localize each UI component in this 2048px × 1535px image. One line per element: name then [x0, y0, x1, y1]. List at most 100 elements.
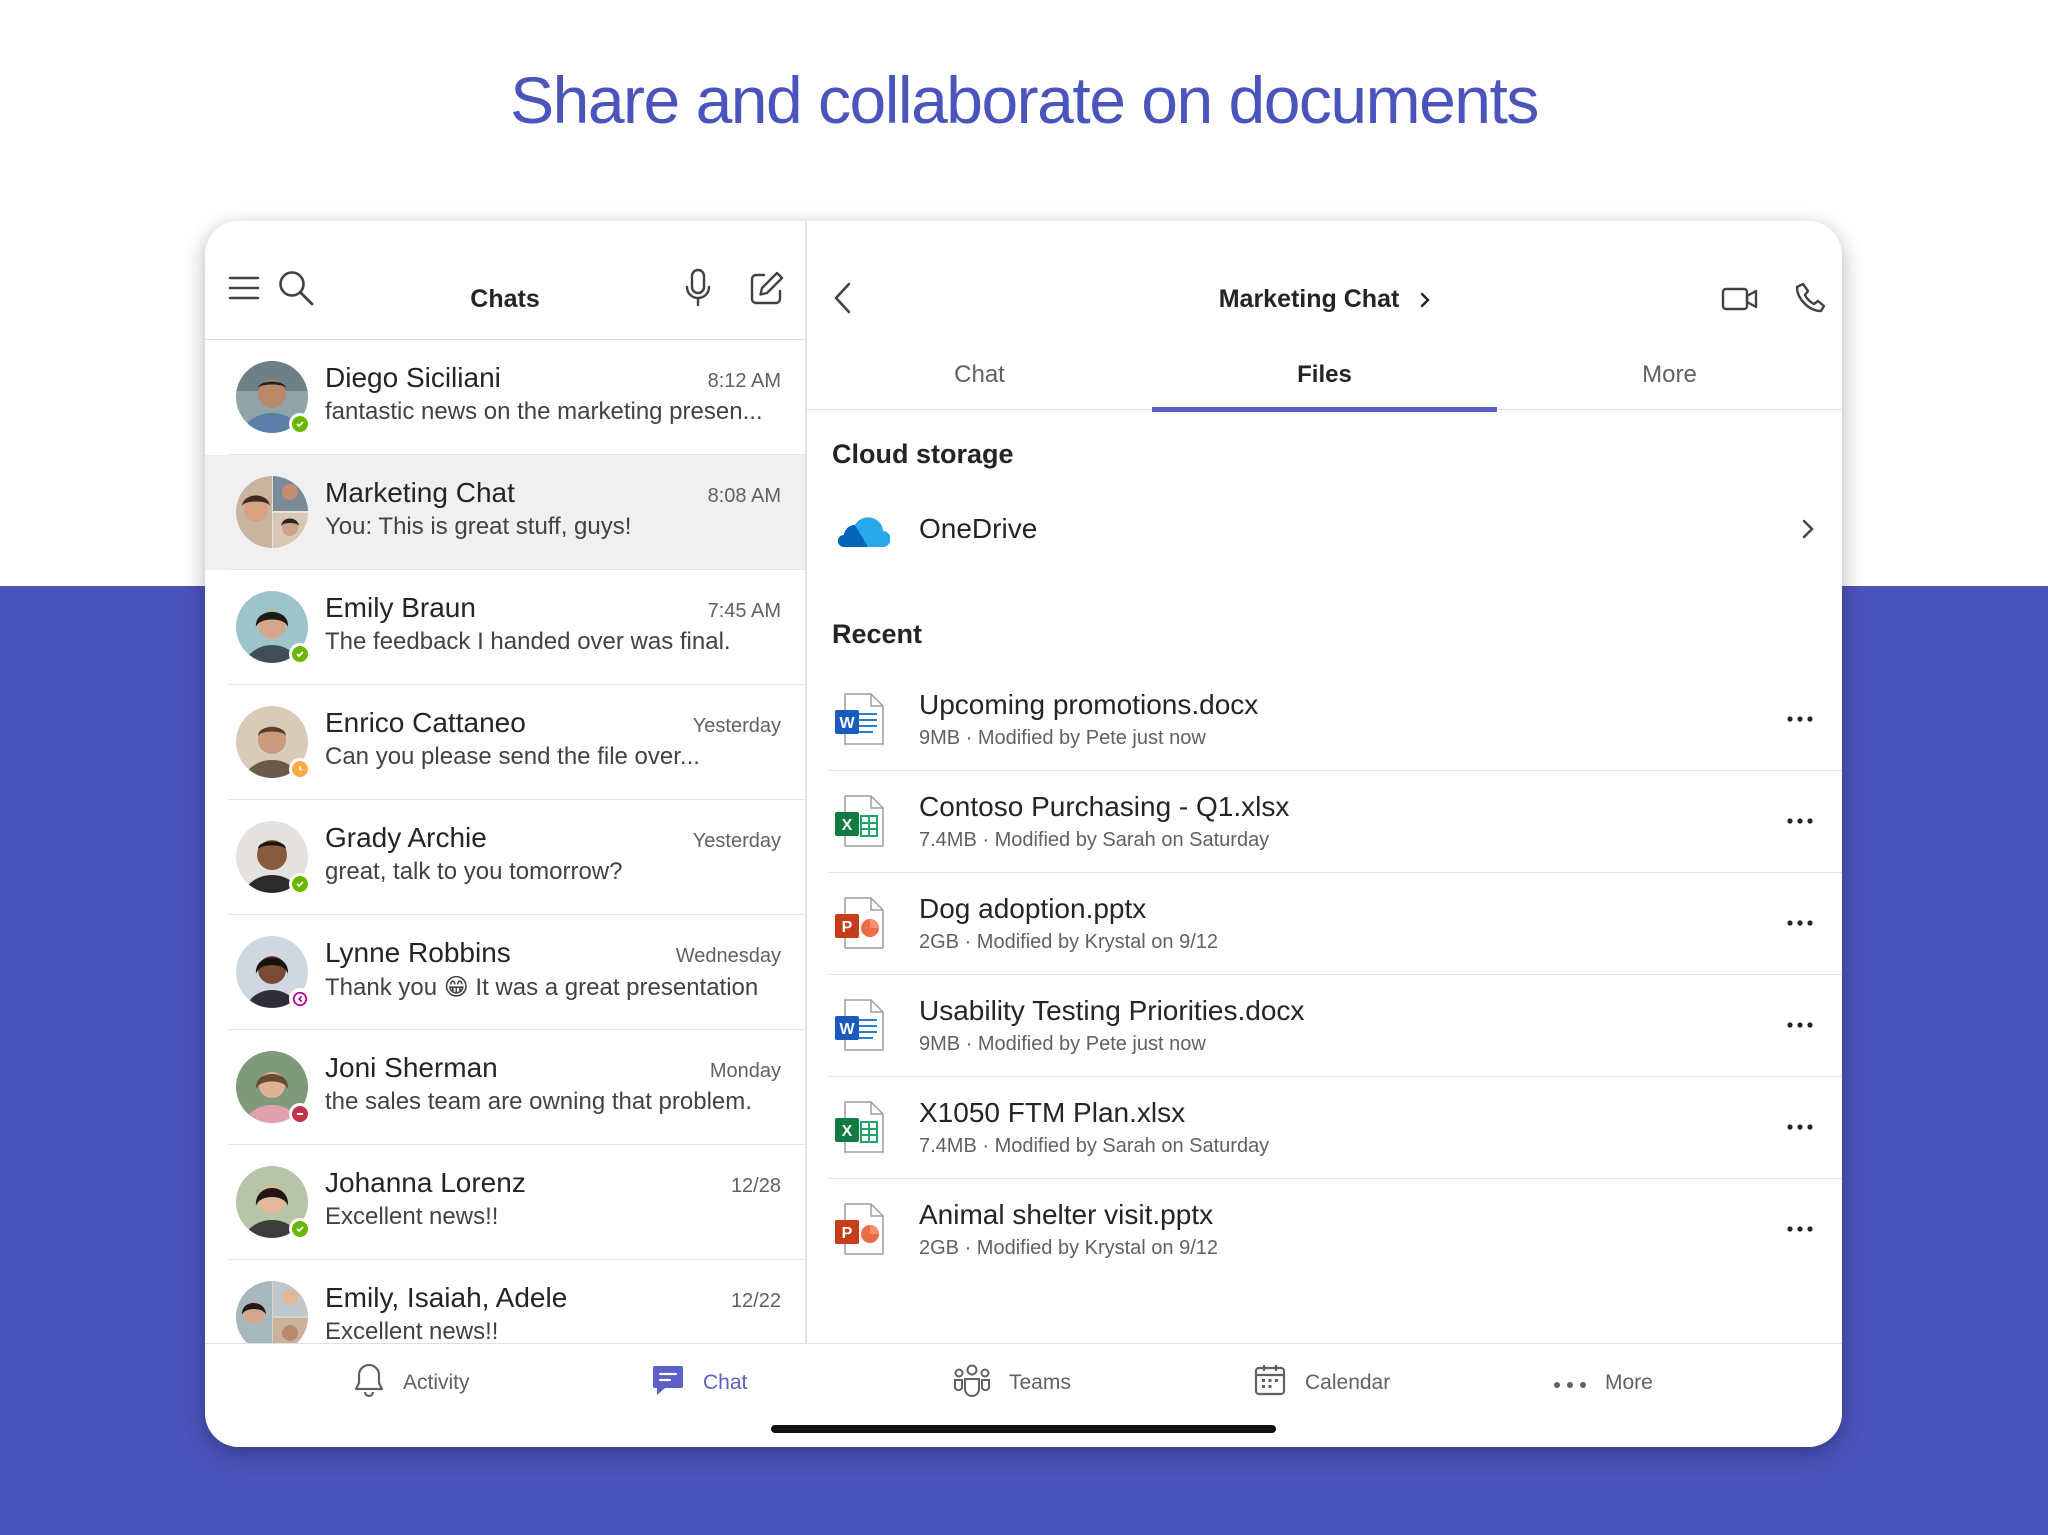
tab-more[interactable]: More	[1497, 351, 1842, 409]
chat-preview: The feedback I handed over was final.	[325, 628, 731, 655]
svg-text:P: P	[842, 919, 853, 936]
file-name: Usability Testing Priorities.docx	[919, 995, 1305, 1026]
chat-name: Emily, Isaiah, Adele	[325, 1282, 568, 1313]
more-options-icon[interactable]	[1780, 903, 1820, 943]
nav-calendar[interactable]: Calendar	[1253, 1358, 1390, 1408]
chat-row-lynne-robbins[interactable]: Lynne Robbins Wednesday Thank you 😁 It w…	[205, 915, 805, 1030]
nav-activity[interactable]: Activity	[353, 1358, 470, 1408]
more-options-icon[interactable]	[1780, 699, 1820, 739]
chat-preview: great, talk to you tomorrow?	[325, 858, 623, 885]
teams-icon	[953, 1363, 991, 1403]
group-avatar	[236, 476, 308, 548]
chat-preview: Excellent news!!	[325, 1318, 499, 1343]
calendar-icon	[1253, 1363, 1287, 1403]
presence-out-of-office-icon	[289, 988, 311, 1010]
chat-time: 12/28	[730, 1175, 781, 1197]
chat-list: Diego Siciliani 8:12 AM fantastic news o…	[205, 340, 805, 1343]
file-row[interactable]: X X1050 FTM Plan.xlsx 7.4MB · Modified b…	[807, 1077, 1842, 1179]
word-file-icon: W	[833, 998, 885, 1052]
search-icon[interactable]	[269, 261, 323, 315]
nav-label: Teams	[1009, 1371, 1071, 1394]
chat-row-emily-braun[interactable]: Emily Braun 7:45 AM The feedback I hande…	[205, 570, 805, 685]
chat-preview: You: This is great stuff, guys!	[325, 513, 632, 540]
file-meta: 7.4MB · Modified by Sarah on Saturday	[919, 829, 1270, 851]
chat-list-header: Chats	[205, 221, 805, 340]
chat-row-johanna-lorenz[interactable]: Johanna Lorenz 12/28 Excellent news!!	[205, 1145, 805, 1260]
chat-time: Yesterday	[692, 830, 781, 852]
active-tab-indicator	[1152, 407, 1497, 412]
chat-row-marketing-chat[interactable]: Marketing Chat 8:08 AM You: This is grea…	[205, 455, 805, 570]
more-options-icon[interactable]	[1780, 801, 1820, 841]
chat-name: Diego Siciliani	[325, 362, 501, 393]
onedrive-row[interactable]: OneDrive	[807, 491, 1842, 571]
conversation-tabs: Chat Files More	[807, 351, 1842, 410]
chat-name: Enrico Cattaneo	[325, 707, 526, 738]
more-options-icon[interactable]	[1780, 1209, 1820, 1249]
chat-time: Wednesday	[675, 945, 781, 967]
powerpoint-file-icon: P	[833, 896, 885, 950]
conversation-pane: Marketing Chat Chat Files More Cloud sto…	[807, 221, 1842, 1343]
file-row[interactable]: P Animal shelter visit.pptx 2GB · Modifi…	[807, 1179, 1842, 1281]
chat-row-grady-archie[interactable]: Grady Archie Yesterday great, talk to yo…	[205, 800, 805, 915]
onedrive-label: OneDrive	[919, 513, 1038, 544]
chat-row-enrico-cattaneo[interactable]: Enrico Cattaneo Yesterday Can you please…	[205, 685, 805, 800]
svg-text:W: W	[839, 1021, 855, 1038]
phone-call-icon[interactable]	[1787, 275, 1833, 321]
chat-row-joni-sherman[interactable]: Joni Sherman Monday the sales team are o…	[205, 1030, 805, 1145]
onedrive-icon	[830, 511, 891, 551]
compose-icon[interactable]	[741, 261, 793, 315]
chat-time: Yesterday	[692, 715, 781, 737]
file-name: Animal shelter visit.pptx	[919, 1199, 1214, 1230]
chat-preview: Excellent news!!	[325, 1203, 499, 1230]
file-row[interactable]: W Upcoming promotions.docx 9MB · Modifie…	[807, 669, 1842, 771]
nav-teams[interactable]: Teams	[953, 1358, 1071, 1408]
chat-time: 7:45 AM	[707, 600, 781, 622]
chat-time: 8:12 AM	[707, 370, 781, 392]
more-options-icon[interactable]	[1780, 1005, 1820, 1045]
file-row[interactable]: P Dog adoption.pptx 2GB · Modified by Kr…	[807, 873, 1842, 975]
bell-icon	[353, 1362, 385, 1404]
chat-name: Grady Archie	[325, 822, 487, 853]
more-options-icon[interactable]	[1780, 1107, 1820, 1147]
nav-chat[interactable]: Chat	[651, 1358, 747, 1408]
app-window: Chats Diego Siciliani 8:12 AM fantastic …	[205, 221, 1842, 1447]
file-name: Dog adoption.pptx	[919, 893, 1147, 924]
tab-chat[interactable]: Chat	[807, 351, 1152, 409]
conversation-title-button[interactable]: Marketing Chat	[807, 285, 1842, 315]
presence-available-icon	[289, 413, 311, 435]
tab-files[interactable]: Files	[1152, 351, 1497, 409]
svg-text:P: P	[842, 1225, 853, 1242]
video-call-icon[interactable]	[1715, 277, 1765, 321]
nav-label: More	[1605, 1371, 1653, 1394]
nav-label: Calendar	[1305, 1371, 1391, 1394]
group-avatar	[236, 1281, 308, 1343]
file-name: X1050 FTM Plan.xlsx	[919, 1097, 1186, 1128]
chat-name: Johanna Lorenz	[325, 1167, 526, 1198]
nav-more[interactable]: More	[1553, 1358, 1653, 1408]
file-meta: 2GB · Modified by Krystal on 9/12	[919, 1237, 1219, 1259]
file-name: Contoso Purchasing - Q1.xlsx	[919, 791, 1290, 822]
svg-text:X: X	[842, 817, 853, 834]
file-row[interactable]: X Contoso Purchasing - Q1.xlsx 7.4MB · M…	[807, 771, 1842, 873]
excel-file-icon: X	[833, 1100, 885, 1154]
word-file-icon: W	[833, 692, 885, 746]
chat-preview: Can you please send the file over...	[325, 743, 700, 770]
chat-row-emily-isaiah-adele[interactable]: Emily, Isaiah, Adele 12/22 Excellent new…	[205, 1260, 805, 1343]
chat-list-pane: Chats Diego Siciliani 8:12 AM fantastic …	[205, 221, 805, 1343]
microphone-icon[interactable]	[673, 261, 723, 315]
home-indicator[interactable]	[771, 1425, 1276, 1433]
chat-preview: the sales team are owning that problem.	[325, 1088, 752, 1115]
chat-time: Monday	[709, 1060, 781, 1082]
svg-text:X: X	[842, 1123, 853, 1140]
cloud-storage-heading: Cloud storage	[832, 439, 1014, 469]
file-row[interactable]: W Usability Testing Priorities.docx 9MB …	[807, 975, 1842, 1077]
recent-heading: Recent	[832, 619, 923, 649]
svg-text:W: W	[839, 715, 855, 732]
presence-available-icon	[289, 643, 311, 665]
powerpoint-file-icon: P	[833, 1202, 885, 1256]
chevron-right-icon	[1802, 519, 1814, 544]
hamburger-menu-icon[interactable]	[219, 263, 269, 313]
chevron-right-icon	[1420, 286, 1430, 315]
presence-do-not-disturb-icon	[289, 1103, 311, 1125]
chat-row-diego-siciliani[interactable]: Diego Siciliani 8:12 AM fantastic news o…	[205, 340, 805, 455]
